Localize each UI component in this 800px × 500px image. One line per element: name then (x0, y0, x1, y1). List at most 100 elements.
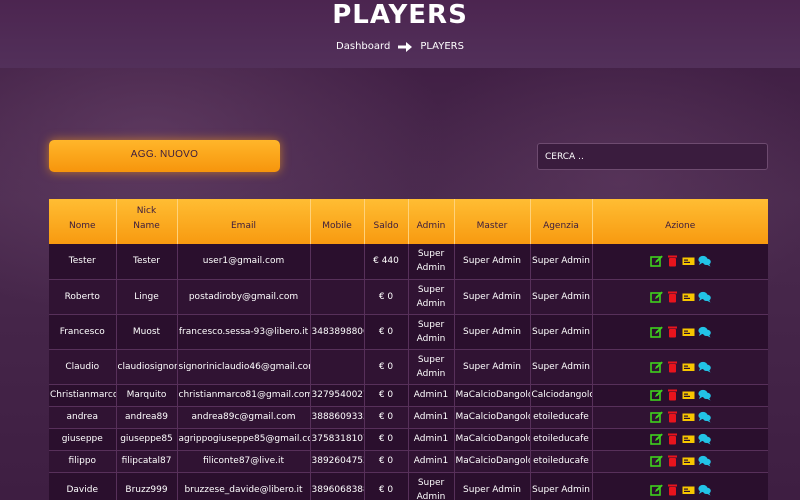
cell-saldo: € 0 (364, 349, 409, 385)
col-email[interactable]: Email (177, 199, 311, 244)
cell-master: Super Admin (454, 314, 531, 350)
breadcrumb-dashboard-link[interactable]: Dashboard (336, 41, 390, 52)
edit-icon[interactable] (649, 255, 663, 268)
col-agenzia[interactable]: Agenzia (530, 199, 593, 244)
cell-admin: Admin1 (408, 450, 455, 473)
cell-saldo: € 0 (364, 279, 409, 315)
card-icon[interactable] (682, 291, 695, 303)
col-master[interactable]: Master (454, 199, 531, 244)
add-new-button[interactable]: AGG. NUOVO (49, 140, 280, 172)
trash-icon[interactable] (666, 484, 679, 496)
cell-agenzia: Calciodangolo (530, 384, 593, 407)
table-row: Christianmarco Marquito christianmarco81@g… (49, 384, 768, 407)
chat-icon[interactable] (698, 455, 711, 467)
cell-master: MaCalcioDangolo (454, 406, 531, 429)
col-admin[interactable]: Admin (408, 199, 455, 244)
card-icon[interactable] (682, 433, 695, 445)
edit-icon[interactable] (649, 291, 663, 303)
page-title: PLAYERS (332, 0, 468, 30)
row-actions (594, 433, 768, 445)
trash-icon[interactable] (666, 455, 679, 467)
cell-saldo: € 0 (364, 314, 409, 350)
cell-mobile: 3892604753 (310, 450, 365, 473)
cell-admin: Admin1 (408, 406, 455, 429)
row-actions (594, 484, 768, 496)
cell-mobile (310, 244, 365, 280)
trash-icon[interactable] (666, 291, 679, 303)
cell-mobile: 3758318107 (310, 428, 365, 451)
cell-saldo: € 0 (364, 384, 409, 407)
card-icon[interactable] (682, 455, 695, 467)
edit-icon[interactable] (649, 389, 663, 401)
cell-admin: Admin1 (408, 428, 455, 451)
table-row: Roberto Linge postadiroby@gmail.com € 0 Supe… (49, 279, 768, 315)
cell-saldo: € 0 (364, 450, 409, 473)
trash-icon[interactable] (666, 389, 679, 401)
edit-icon[interactable] (649, 484, 663, 496)
trash-icon[interactable] (666, 411, 679, 423)
trash-icon[interactable] (666, 361, 679, 373)
cell-mobile (310, 279, 365, 315)
edit-icon[interactable] (649, 361, 663, 373)
table-row: Tester Tester user1@gmail.com € 440 Super Ad… (49, 244, 768, 280)
card-icon[interactable] (682, 484, 695, 496)
card-icon[interactable] (682, 326, 695, 338)
cell-agenzia: Super Admin (530, 244, 593, 280)
chat-icon[interactable] (698, 389, 711, 401)
cell-nick: andrea89 (116, 406, 178, 429)
chat-icon[interactable] (698, 326, 711, 338)
cell-master: MaCalcioDangolo (454, 428, 531, 451)
col-nick-line2: Name (133, 221, 160, 231)
col-nick-name[interactable]: Nick Name (116, 199, 178, 244)
cell-agenzia: etoileducafe (530, 450, 593, 473)
col-mobile[interactable]: Mobile (310, 199, 365, 244)
cell-master: Super Admin (454, 472, 531, 500)
cell-actions (592, 406, 768, 429)
table-row: filippo filipcatal87 filiconte87@live.it 38… (49, 450, 768, 473)
chat-icon[interactable] (698, 484, 711, 496)
arrow-right-icon (398, 41, 413, 52)
col-nick-line1: Nick (136, 206, 157, 216)
edit-icon[interactable] (649, 455, 663, 467)
cell-actions (592, 472, 768, 500)
edit-icon[interactable] (649, 411, 663, 423)
col-azione: Azione (592, 199, 768, 244)
chat-icon[interactable] (698, 361, 711, 373)
col-nome[interactable]: Nome (49, 199, 117, 244)
chat-icon[interactable] (698, 291, 711, 303)
chat-icon[interactable] (698, 411, 711, 423)
card-icon[interactable] (682, 255, 695, 267)
cell-nick: Muost (116, 314, 178, 350)
cell-master: Super Admin (454, 349, 531, 385)
cell-master: MaCalcioDangolo (454, 450, 531, 473)
row-actions (594, 255, 768, 268)
chat-icon[interactable] (698, 433, 711, 445)
card-icon[interactable] (682, 389, 695, 401)
table-row: giuseppe giuseppe85 agrippogiuseppe85@gmai… (49, 428, 768, 451)
cell-actions (592, 244, 768, 280)
trash-icon[interactable] (666, 255, 679, 267)
cell-nome: Roberto (49, 279, 117, 315)
row-actions (594, 389, 768, 401)
col-saldo[interactable]: Saldo (364, 199, 409, 244)
chat-icon[interactable] (698, 255, 711, 267)
page-header: PLAYERS Dashboard PLAYERS (0, 0, 800, 68)
cell-email: francesco.sessa-93@libero.it (177, 314, 311, 350)
players-table-container: Nome Nick Name Email Mobile Saldo Admin M… (49, 199, 768, 500)
card-icon[interactable] (682, 411, 695, 423)
cell-email: agrippogiuseppe85@gmail.com (177, 428, 311, 451)
cell-agenzia: Super Admin (530, 472, 593, 500)
cell-agenzia: Super Admin (530, 314, 593, 350)
edit-icon[interactable] (649, 433, 663, 445)
cell-nome: Tester (49, 244, 117, 280)
cell-mobile: 3896068388 (310, 472, 365, 500)
edit-icon[interactable] (649, 326, 663, 338)
search-input[interactable] (537, 143, 768, 170)
breadcrumb: Dashboard PLAYERS (0, 41, 800, 52)
cell-agenzia: etoileducafe (530, 406, 593, 429)
trash-icon[interactable] (666, 433, 679, 445)
cell-saldo: € 440 (364, 244, 409, 280)
cell-nome: Claudio (49, 349, 117, 385)
card-icon[interactable] (682, 361, 695, 373)
trash-icon[interactable] (666, 326, 679, 338)
